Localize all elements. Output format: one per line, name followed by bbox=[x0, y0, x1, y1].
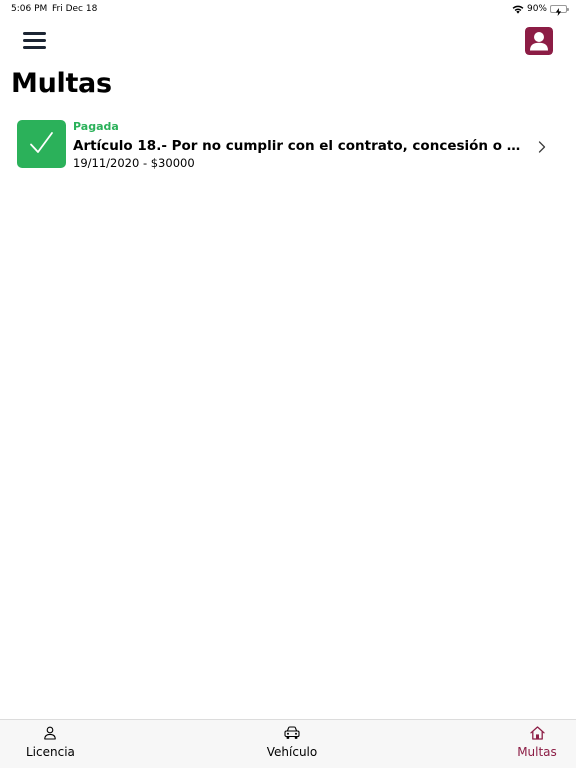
home-icon bbox=[513, 726, 561, 740]
tab-label: Multas bbox=[517, 745, 557, 759]
fine-date-amount: 19/11/2020 - $30000 bbox=[73, 156, 195, 170]
menu-line bbox=[23, 39, 46, 42]
tab-vehiculo[interactable]: Vehículo bbox=[262, 726, 322, 762]
list-item[interactable]: Pagada Artículo 18.- Por no cumplir con … bbox=[17, 119, 557, 170]
tab-label: Vehículo bbox=[266, 745, 318, 759]
tab-bar: Licencia Vehículo Multas bbox=[0, 719, 576, 768]
person-icon bbox=[26, 726, 74, 740]
tab-multas[interactable]: Multas bbox=[513, 726, 561, 762]
charging-bolt-icon bbox=[555, 5, 562, 23]
fine-title: Artículo 18.- Por no cumplir con el cont… bbox=[73, 138, 529, 154]
status-time: 5:06 PM bbox=[11, 4, 48, 14]
hamburger-menu-icon[interactable] bbox=[22, 29, 48, 53]
battery-icon bbox=[550, 5, 569, 16]
menu-line bbox=[23, 32, 46, 35]
tab-label: Licencia bbox=[26, 745, 75, 759]
car-icon bbox=[262, 726, 322, 740]
status-date: Fri Dec 18 bbox=[52, 4, 98, 14]
user-profile-icon[interactable] bbox=[525, 27, 553, 55]
page-title: Multas bbox=[11, 68, 112, 99]
wifi-icon bbox=[512, 5, 524, 14]
checkmark-icon bbox=[30, 132, 53, 153]
tab-licencia[interactable]: Licencia bbox=[26, 726, 75, 762]
fine-status: Pagada bbox=[73, 120, 119, 133]
status-right: 90% bbox=[512, 0, 569, 18]
menu-line bbox=[23, 46, 46, 49]
status-tile bbox=[17, 120, 66, 168]
chevron-right-icon bbox=[538, 138, 546, 157]
status-bar: 5:06 PM Fri Dec 18 90% bbox=[0, 0, 576, 18]
battery-percent: 90% bbox=[526, 4, 547, 14]
battery-tip bbox=[567, 8, 569, 11]
